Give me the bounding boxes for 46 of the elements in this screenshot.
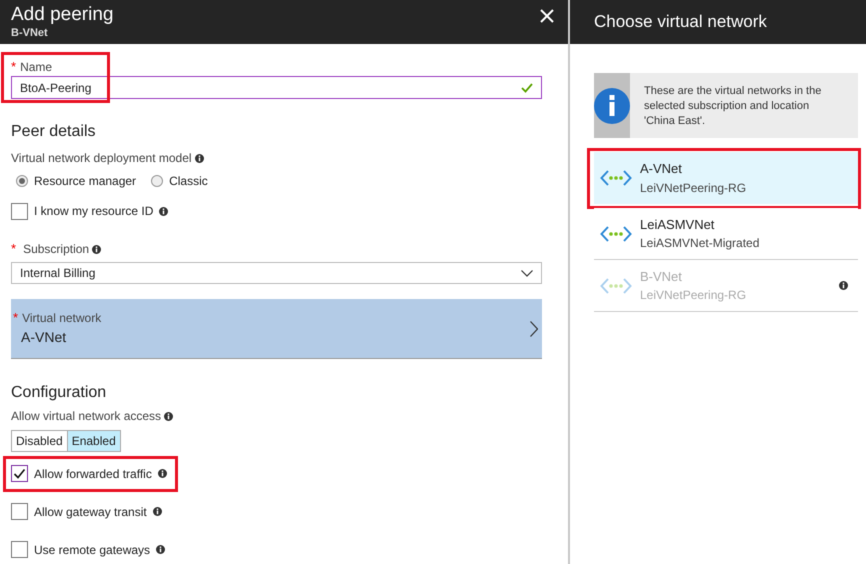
radio-button[interactable] — [16, 175, 28, 187]
checkbox[interactable] — [11, 503, 28, 520]
checkbox[interactable] — [11, 202, 28, 220]
info-icon — [194, 154, 204, 162]
info-icon — [158, 469, 167, 478]
subscription-dropdown[interactable]: Internal Billing — [11, 262, 542, 284]
required-asterisk: * — [11, 242, 16, 256]
section-heading: Peer details — [11, 122, 96, 142]
required-asterisk: * — [11, 60, 16, 74]
network-icon — [600, 169, 632, 187]
checkbox-label: I know my resource ID — [34, 203, 154, 220]
info-icon — [152, 507, 162, 516]
chevron-down-icon — [521, 270, 533, 276]
blade-title: Add peering — [11, 3, 114, 27]
info-icon — [159, 206, 168, 216]
name-input-field[interactable]: BtoA-Peering — [11, 76, 542, 99]
chevron-right-icon — [530, 320, 538, 336]
network-list-item[interactable]: LeiASMVNet LeiASMVNet-Migrated — [594, 208, 858, 260]
radio-button[interactable] — [151, 175, 164, 187]
checkbox[interactable] — [11, 465, 28, 482]
field-label: Virtual network deployment model — [11, 150, 192, 167]
network-icon — [600, 276, 632, 294]
info-icon — [839, 281, 848, 290]
virtual-network-selector[interactable]: * Virtual network A-VNet — [11, 299, 542, 359]
info-icon — [164, 412, 174, 420]
field-label: Subscription — [23, 241, 90, 258]
checkbox[interactable] — [11, 541, 28, 558]
toggle-option[interactable]: Enabled — [68, 430, 121, 452]
radio-label: Classic — [169, 173, 208, 190]
toggle-option[interactable]: Disabled — [11, 430, 68, 452]
field-label: Name — [20, 59, 52, 76]
field-label: Allow virtual network access — [11, 408, 162, 425]
info-icon — [594, 88, 630, 124]
info-icon — [156, 545, 166, 554]
blade-title: Choose virtual network — [594, 11, 767, 34]
info-icon — [92, 244, 102, 254]
checkbox-label: Use remote gateways — [34, 542, 150, 558]
close-icon[interactable] — [540, 9, 554, 23]
required-asterisk: * — [13, 311, 18, 325]
section-heading: Configuration — [11, 383, 108, 403]
checkbox-label: Allow gateway transit — [34, 504, 147, 520]
radio-label: Resource manager — [34, 173, 136, 190]
network-icon — [600, 224, 632, 242]
info-text: These are the virtual networks in the selected subscription and location 'China East'. — [643, 84, 822, 129]
blade-subtitle: B-VNet — [11, 27, 49, 40]
checkbox-label: Allow forwarded traffic — [34, 466, 152, 482]
